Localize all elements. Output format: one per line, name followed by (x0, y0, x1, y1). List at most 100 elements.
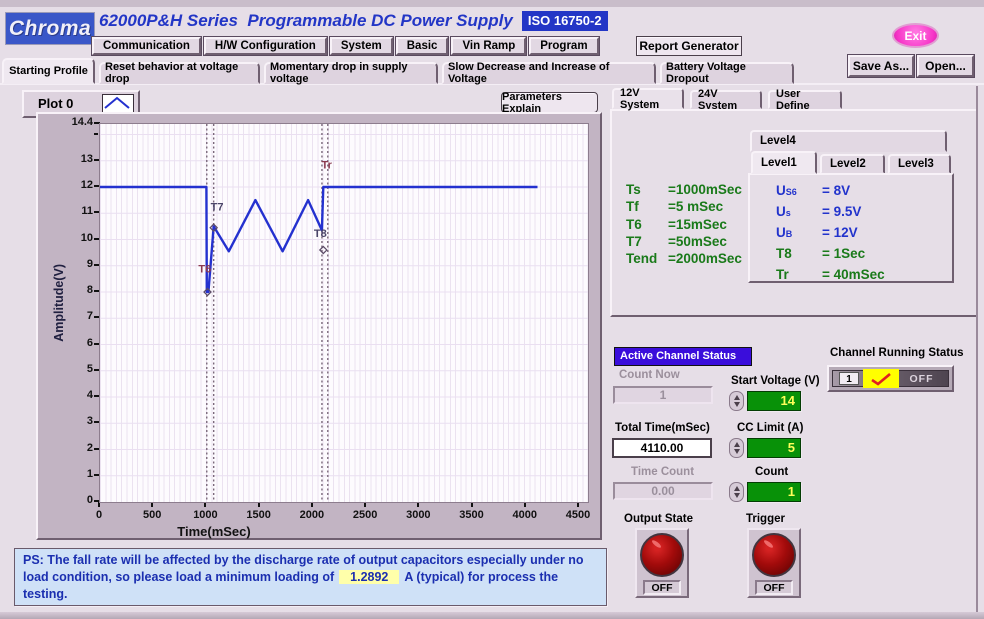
output-state-button[interactable] (640, 533, 684, 577)
y-tick-label: 8 (38, 284, 93, 296)
output-state-label: Output State (624, 513, 693, 525)
tab-slow-decrease-increase[interactable]: Slow Decrease and Increase of Voltage (442, 62, 656, 84)
menu-button-basic[interactable]: Basic (396, 37, 449, 55)
report-generator-button[interactable]: Report Generator (636, 36, 742, 56)
channel-running-status-control[interactable]: 1 OFF (827, 365, 954, 392)
start-voltage-field[interactable]: 14 (747, 391, 801, 411)
count-field[interactable]: 1 (747, 482, 801, 502)
app-window: Chroma 62000P&H Series Programmable DC P… (0, 0, 984, 619)
tab-battery-voltage-dropout[interactable]: Battery Voltage Dropout (660, 62, 794, 84)
timing-param-ts: Ts=1000mSec (626, 181, 742, 198)
level-tab-4[interactable]: Level4 (750, 130, 947, 152)
y-axis-label: Amplitude(V) (52, 264, 66, 342)
parameters-explain-button[interactable]: Parameters Explain (501, 92, 598, 113)
total-time-field[interactable]: 4110.00 (612, 438, 712, 458)
x-tick-label: 2500 (340, 509, 390, 521)
svg-text:Tr: Tr (322, 160, 333, 172)
ps-note: PS: The fall rate will be affected by th… (14, 548, 607, 606)
stepper-down-icon[interactable] (734, 493, 740, 498)
start-voltage-label: Start Voltage (V) (731, 375, 820, 387)
trigger-indicator: OFF (755, 580, 793, 595)
y-tick-label: 13 (38, 153, 93, 165)
timing-param-tend: Tend=2000mSec (626, 250, 742, 267)
menu-button-program[interactable]: Program (529, 37, 598, 55)
tab-starting-profile[interactable]: Starting Profile (2, 58, 95, 84)
y-tick-label: 11 (38, 205, 93, 217)
active-channel-status-header: Active Channel Status (614, 347, 752, 366)
start-voltage-stepper[interactable] (729, 391, 744, 411)
trigger-button[interactable] (752, 533, 796, 577)
channel-running-status-label: Channel Running Status (830, 347, 964, 359)
y-tick-label: 4 (38, 389, 93, 401)
stepper-down-icon[interactable] (734, 402, 740, 407)
time-count-field: 0.00 (613, 482, 713, 500)
y-tick-label: 1 (38, 468, 93, 480)
x-tick-label: 1000 (180, 509, 230, 521)
y-tick-label: 0 (38, 494, 93, 506)
stepper-up-icon[interactable] (734, 442, 740, 447)
main-tab-bar: Starting Profile Reset behavior at volta… (2, 58, 794, 84)
level-param-tr: Tr = 40mSec (750, 264, 952, 285)
stepper-up-icon[interactable] (734, 486, 740, 491)
system-tab-user-define[interactable]: User Define (768, 90, 842, 109)
waveform-icon (102, 94, 134, 114)
y-tick-label: 3 (38, 415, 93, 427)
y-tick-label: 10 (38, 232, 93, 244)
menu-button-vin-ramp[interactable]: Vin Ramp (451, 37, 526, 55)
x-axis-label: Time(mSec) (134, 524, 294, 539)
menu-button-communication[interactable]: Communication (92, 37, 201, 55)
timing-param-tf: Tf=5 mSec (626, 198, 742, 215)
title-row: 62000P&H Series Programmable DC Power Su… (99, 11, 608, 31)
open-button[interactable]: Open... (917, 55, 974, 77)
level-param-t8: T8 = 1Sec (750, 243, 952, 264)
level-tab-3[interactable]: Level3 (888, 154, 951, 174)
channel-number: 1 (839, 372, 859, 385)
level1-values-box: US6 = 8V Us = 9.5V UB = 12V T8 = 1Sec Tr (748, 173, 954, 283)
level-param-us: Us = 9.5V (750, 201, 952, 222)
svg-text:T8: T8 (314, 228, 327, 240)
x-tick-label: 4500 (553, 509, 603, 521)
x-tick-label: 4000 (500, 509, 550, 521)
svg-text:T7: T7 (211, 202, 224, 214)
x-tick-label: 500 (127, 509, 177, 521)
exit-button[interactable]: Exit (892, 23, 939, 48)
plot-area[interactable]: T6T7T8Tr (99, 123, 589, 503)
stepper-up-icon[interactable] (734, 395, 740, 400)
level-tab-2[interactable]: Level2 (820, 154, 885, 174)
ps-note-highlight-value: 1.2892 (339, 570, 399, 584)
y-tick-mark (94, 133, 98, 135)
stepper-down-icon[interactable] (734, 449, 740, 454)
cc-limit-stepper[interactable] (729, 438, 744, 458)
chroma-logo: Chroma (5, 12, 95, 45)
plot-legend-label: Plot 0 (38, 96, 73, 111)
output-state-indicator: OFF (643, 580, 681, 595)
y-tick-label: 7 (38, 310, 93, 322)
cc-limit-field[interactable]: 5 (747, 438, 801, 458)
window-right-frame (976, 86, 978, 612)
x-tick-label: 3000 (393, 509, 443, 521)
trigger-control: OFF (747, 528, 801, 598)
menu-button-system[interactable]: System (330, 37, 393, 55)
system-tab-12v[interactable]: 12V System (612, 88, 684, 109)
x-tick-label: 1500 (234, 509, 284, 521)
x-tick-label: 2000 (287, 509, 337, 521)
y-tick-label: 6 (38, 337, 93, 349)
level-tab-1[interactable]: Level1 (751, 151, 817, 174)
output-state-control: OFF (635, 528, 689, 598)
count-stepper[interactable] (729, 482, 744, 502)
channel-running-status-bar: 1 OFF (832, 370, 949, 387)
menu-button-hw-configuration[interactable]: H/W Configuration (204, 37, 327, 55)
x-tick-label: 3500 (447, 509, 497, 521)
total-time-label: Total Time(mSec) (615, 422, 710, 434)
system-tab-24v[interactable]: 24V System (690, 90, 762, 109)
timing-param-t6: T6=15mSec (626, 216, 742, 233)
count-now-field: 1 (613, 386, 713, 404)
check-icon (863, 369, 899, 388)
menu-bar: Communication H/W Configuration System B… (92, 37, 599, 55)
y-tick-label: 5 (38, 363, 93, 375)
tab-reset-behavior[interactable]: Reset behavior at voltage drop (99, 62, 260, 84)
level-param-us6: US6 = 8V (750, 180, 952, 201)
save-as-button[interactable]: Save As... (848, 55, 914, 77)
tab-momentary-drop[interactable]: Momentary drop in supply voltage (264, 62, 438, 84)
trigger-label: Trigger (746, 513, 785, 525)
